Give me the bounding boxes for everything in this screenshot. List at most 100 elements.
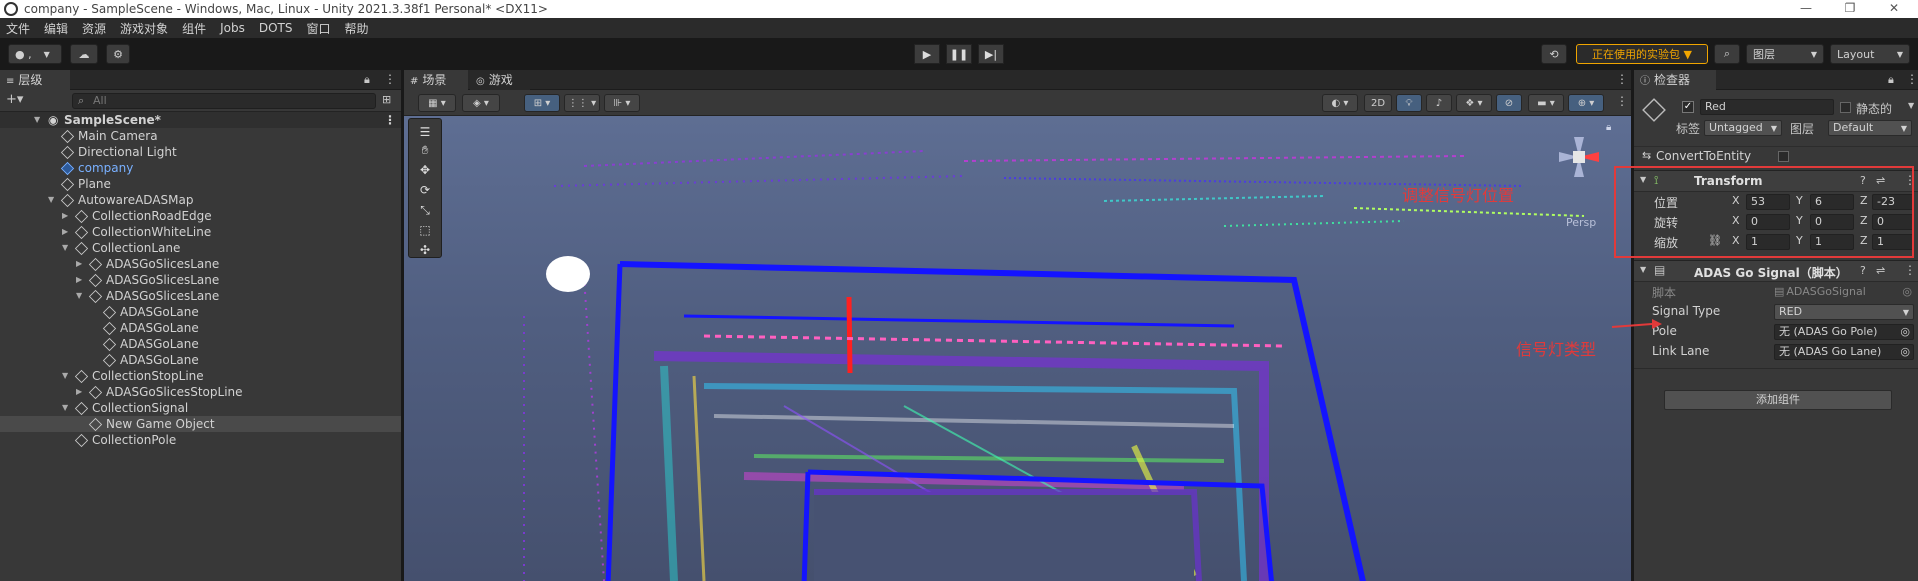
menu-help[interactable]: 帮助 xyxy=(344,20,368,37)
audio-icon[interactable]: ♪ xyxy=(1426,94,1452,112)
tree-row[interactable]: ADASGoLane xyxy=(0,304,401,320)
move-tool-icon[interactable]: ✥ xyxy=(413,161,437,179)
menu-jobs[interactable]: Jobs xyxy=(220,21,245,35)
help-icon[interactable]: ? xyxy=(1860,264,1866,277)
more-menu-icon[interactable]: ⋮ xyxy=(1906,72,1918,86)
drag-handle-icon[interactable]: ☰ xyxy=(413,123,437,141)
scene-row[interactable]: ▼ ◉ SampleScene* ⋮ xyxy=(0,112,401,128)
hand-tool-icon[interactable]: ✋︎ xyxy=(413,141,437,159)
scene-menu-icon[interactable]: ⋮ xyxy=(384,112,396,128)
object-name-field[interactable]: Red xyxy=(1700,99,1834,115)
link-lane-object-field[interactable]: 无 (ADAS Go Lane) ◎ xyxy=(1774,344,1914,360)
expanded-arrow-icon[interactable]: ▼ xyxy=(62,400,68,416)
tree-row[interactable]: ▼ CollectionSignal xyxy=(0,400,401,416)
tree-row[interactable]: Main Camera xyxy=(0,128,401,144)
projection-label[interactable]: Persp xyxy=(1566,216,1596,229)
tree-row[interactable]: ▶ ADASGoSlicesStopLine xyxy=(0,384,401,400)
tree-row[interactable]: CollectionPole xyxy=(0,432,401,448)
collapsed-arrow-icon[interactable]: ▶ xyxy=(76,272,82,288)
tab-game[interactable]: ◎ 游戏 xyxy=(470,70,530,90)
object-picker-icon[interactable]: ◎ xyxy=(1900,325,1910,339)
active-checkbox[interactable]: ✓ xyxy=(1682,101,1694,113)
pause-button[interactable]: ❚❚ xyxy=(946,44,972,64)
add-component-button[interactable]: 添加组件 xyxy=(1664,390,1892,410)
more-menu-icon[interactable]: ⋮ xyxy=(1616,72,1628,86)
scale-tool-icon[interactable]: ⤡ xyxy=(413,201,437,219)
collapsed-arrow-icon[interactable]: ▶ xyxy=(62,208,68,224)
lighting-icon[interactable]: 💡︎ xyxy=(1396,94,1422,112)
gizmos-dropdown[interactable]: ⊕ ▾ xyxy=(1568,94,1604,112)
tag-dropdown[interactable]: Untagged ▼ xyxy=(1704,120,1782,136)
preset-icon[interactable]: ⇌ xyxy=(1876,264,1885,277)
more-menu-icon[interactable]: ⋮ xyxy=(384,72,396,86)
tree-row-selected[interactable]: New Game Object xyxy=(0,416,401,432)
menu-window[interactable]: 窗口 xyxy=(306,20,330,37)
menu-component[interactable]: 组件 xyxy=(182,20,206,37)
tree-row[interactable]: ▶ CollectionRoadEdge xyxy=(0,208,401,224)
menu-assets[interactable]: 资源 xyxy=(82,20,106,37)
minimize-button[interactable]: — xyxy=(1784,0,1828,18)
more-menu-icon[interactable]: ⋮ xyxy=(1616,94,1628,108)
tree-row[interactable]: ▶ CollectionWhiteLine xyxy=(0,224,401,240)
effects-dropdown[interactable]: ❖ ▾ xyxy=(1456,94,1492,112)
maximize-button[interactable]: ❐ xyxy=(1828,0,1872,18)
tree-row[interactable]: ▶ ADASGoSlicesLane xyxy=(0,256,401,272)
camera-dropdown[interactable]: ▬ ▾ xyxy=(1528,94,1564,112)
tree-row[interactable]: ADASGoLane xyxy=(0,336,401,352)
expanded-arrow-icon[interactable]: ▼ xyxy=(62,368,68,384)
close-button[interactable]: ✕ xyxy=(1872,0,1916,18)
layer-dropdown[interactable]: Default ▼ xyxy=(1828,120,1912,136)
search-icon[interactable]: ⌕ xyxy=(1714,44,1740,64)
menu-gameobject[interactable]: 游戏对象 xyxy=(120,20,168,37)
lock-icon[interactable]: 🔒︎ xyxy=(364,73,370,87)
static-checkbox[interactable] xyxy=(1840,102,1851,113)
tree-row[interactable]: ▶ ADASGoSlicesLane xyxy=(0,272,401,288)
step-button[interactable]: ▶| xyxy=(978,44,1004,64)
tree-row[interactable]: ▼ CollectionStopLine xyxy=(0,368,401,384)
tree-row[interactable]: ▼ AutowareADASMap xyxy=(0,192,401,208)
convert-checkbox[interactable] xyxy=(1778,151,1789,162)
tree-row[interactable]: company xyxy=(0,160,401,176)
toggle-2d-button[interactable]: 2D xyxy=(1364,94,1392,112)
tab-inspector[interactable]: ⓘ 检查器 xyxy=(1634,70,1716,90)
experimental-packages-badge[interactable]: 正在使用的实验包 ▼ xyxy=(1576,44,1708,64)
play-button[interactable]: ▶ xyxy=(914,44,940,64)
component-menu-icon[interactable]: ⋮ xyxy=(1904,263,1916,277)
expanded-arrow-icon[interactable]: ▼ xyxy=(62,240,68,256)
layers-dropdown[interactable]: 图层 ▼ xyxy=(1746,44,1824,64)
tree-row[interactable]: ADASGoLane xyxy=(0,320,401,336)
collapsed-arrow-icon[interactable]: ▶ xyxy=(76,384,82,400)
chevron-down-icon[interactable]: ▼ xyxy=(1908,101,1914,110)
collapsed-arrow-icon[interactable]: ▶ xyxy=(62,224,68,240)
shading-dropdown[interactable]: ◈ ▾ xyxy=(462,94,500,112)
signal-type-dropdown[interactable]: RED ▼ xyxy=(1774,304,1914,320)
gear-icon[interactable]: ⚙ xyxy=(106,44,130,64)
increment-snap-dropdown[interactable]: ⊪ ▾ xyxy=(604,94,640,112)
tab-hierarchy[interactable]: ≡ 层级 xyxy=(0,70,70,90)
render-mode-dropdown[interactable]: ◐ ▾ xyxy=(1322,94,1358,112)
rotate-tool-icon[interactable]: ⟳ xyxy=(413,181,437,199)
collapsed-arrow-icon[interactable]: ▶ xyxy=(76,256,82,272)
expanded-arrow-icon[interactable]: ▼ xyxy=(48,192,54,208)
history-icon[interactable]: ⟲ xyxy=(1541,44,1567,64)
menu-file[interactable]: 文件 xyxy=(6,20,30,37)
cloud-icon[interactable]: ☁ xyxy=(70,44,98,64)
search-filter-icon[interactable]: ⊞ xyxy=(382,93,391,106)
tree-row[interactable]: ADASGoLane xyxy=(0,352,401,368)
adas-go-signal-header[interactable]: ▼ ▤ ADAS Go Signal（脚本） ? ⇌ ⋮ xyxy=(1634,260,1918,282)
hidden-objects-icon[interactable]: ⊘ xyxy=(1496,94,1522,112)
tree-row[interactable]: ▼ ADASGoSlicesLane xyxy=(0,288,401,304)
account-dropdown[interactable]: ● , ▼ xyxy=(8,44,62,64)
tree-row[interactable]: Directional Light xyxy=(0,144,401,160)
tree-row[interactable]: Plane xyxy=(0,176,401,192)
snap-increment-dropdown[interactable]: ⋮⋮ ▾ xyxy=(564,94,600,112)
rect-tool-icon[interactable]: ⬚ xyxy=(413,221,437,239)
expanded-arrow-icon[interactable]: ▼ xyxy=(76,288,82,304)
orientation-gizmo[interactable] xyxy=(1544,122,1614,192)
draw-mode-dropdown[interactable]: ▦ ▾ xyxy=(418,94,456,112)
pole-object-field[interactable]: 无 (ADAS Go Pole) ◎ xyxy=(1774,324,1914,340)
tab-scene[interactable]: # 场景 xyxy=(404,70,468,90)
lock-icon[interactable]: 🔒︎ xyxy=(1888,73,1894,87)
layout-dropdown[interactable]: Layout ▼ xyxy=(1830,44,1910,64)
menu-edit[interactable]: 编辑 xyxy=(44,20,68,37)
